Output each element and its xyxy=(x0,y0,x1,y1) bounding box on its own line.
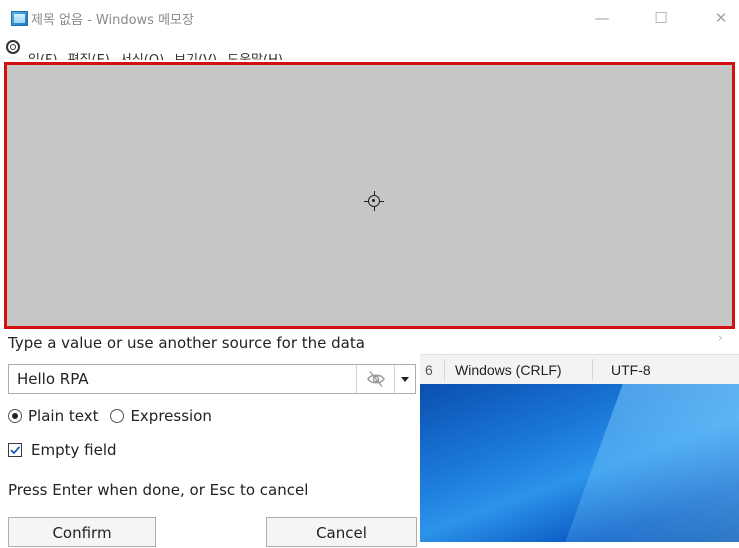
mode-radio-group: Plain text Expression xyxy=(8,407,224,425)
value-entry-popup: Type a value or use another source for t… xyxy=(0,331,420,547)
window-title: 제목 없음 - Windows 메모장 xyxy=(31,13,194,28)
menu-format[interactable]: 서식(O) xyxy=(120,49,164,60)
status-encoding: UTF-8 xyxy=(611,362,651,378)
close-button[interactable]: ✕ xyxy=(707,6,735,30)
menu-help[interactable]: 도움말(H) xyxy=(227,49,283,60)
notepad-icon xyxy=(11,11,28,26)
confirm-button[interactable]: Confirm xyxy=(8,517,156,547)
radio-expression-label[interactable]: Expression xyxy=(130,407,211,425)
value-text: Hello RPA xyxy=(17,370,89,388)
popup-hint: Type a value or use another source for t… xyxy=(8,334,365,352)
desktop-wallpaper xyxy=(420,384,739,542)
empty-field-label[interactable]: Empty field xyxy=(31,441,117,459)
menu-bar: 일(F) 편집(E) 서식(O) 보기(V) 도움말(H) xyxy=(0,36,739,60)
scroll-right-icon[interactable]: › xyxy=(718,331,723,346)
toggle-visibility-button[interactable] xyxy=(356,365,394,393)
status-divider xyxy=(592,359,593,381)
menu-edit[interactable]: 편집(E) xyxy=(68,49,110,60)
status-zoom: 6 xyxy=(425,362,433,378)
title-bar[interactable]: 제목 없음 - Windows 메모장 — ☐ ✕ xyxy=(0,0,739,36)
empty-field-checkbox[interactable] xyxy=(8,443,22,457)
menu-file[interactable]: 일(F) xyxy=(28,49,58,60)
horizontal-scrollbar[interactable]: › xyxy=(420,331,739,353)
popup-help-text: Press Enter when done, or Esc to cancel xyxy=(8,481,309,499)
status-line-ending: Windows (CRLF) xyxy=(455,362,562,378)
value-input[interactable]: Hello RPA xyxy=(8,364,416,394)
empty-field-row: Empty field xyxy=(8,441,117,459)
radio-plain-text-label[interactable]: Plain text xyxy=(28,407,98,425)
radio-expression[interactable] xyxy=(110,409,125,423)
source-dropdown-button[interactable] xyxy=(394,365,415,393)
target-selector-icon xyxy=(6,40,20,54)
status-divider xyxy=(444,359,445,381)
cancel-button[interactable]: Cancel xyxy=(266,517,417,547)
status-bar: 6 Windows (CRLF) UTF-8 xyxy=(420,354,739,384)
eye-slash-icon xyxy=(367,371,385,387)
crosshair-icon xyxy=(364,191,384,211)
checkmark-icon xyxy=(10,446,21,455)
menu-view[interactable]: 보기(V) xyxy=(174,49,217,60)
minimize-button[interactable]: — xyxy=(588,6,616,30)
maximize-button[interactable]: ☐ xyxy=(647,6,675,30)
text-edit-area[interactable] xyxy=(4,62,735,329)
radio-plain-text[interactable] xyxy=(8,409,22,423)
caret-down-icon xyxy=(401,377,409,382)
